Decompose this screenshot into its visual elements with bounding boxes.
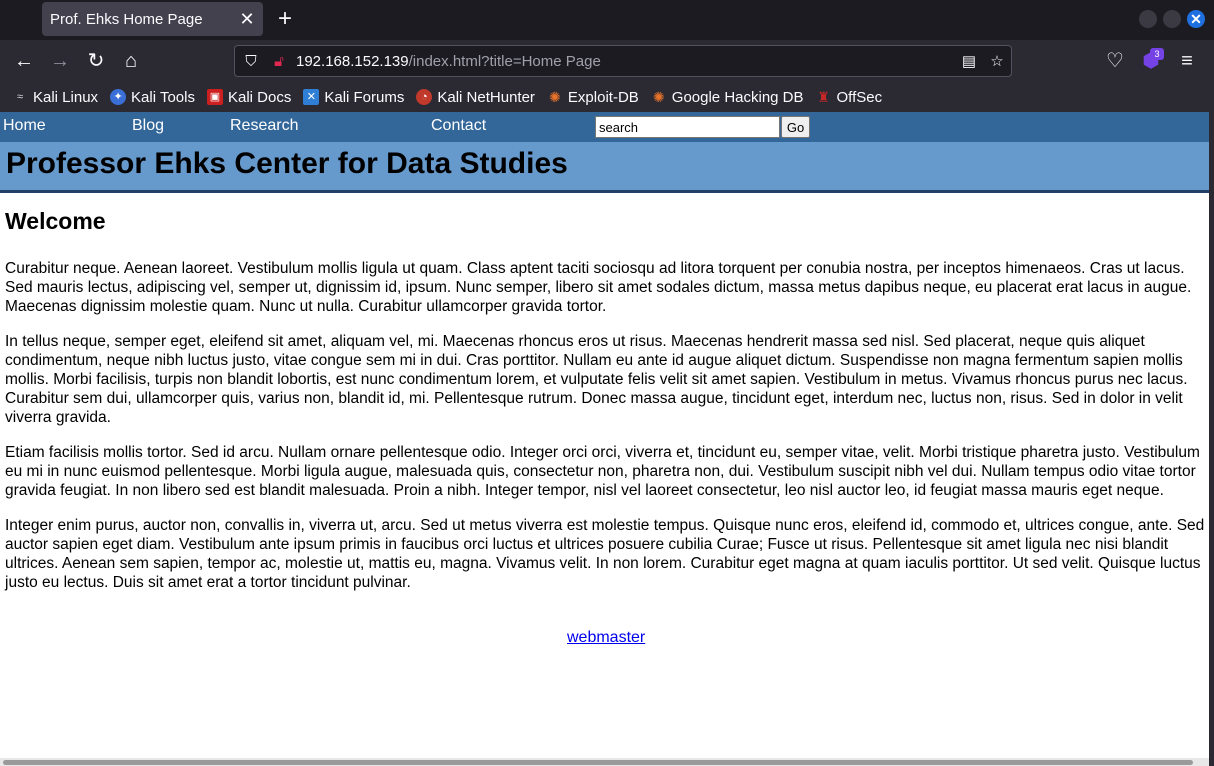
bookmark-exploit-db[interactable]: ✺ Exploit-DB <box>547 89 639 106</box>
bookmark-offsec[interactable]: ♜ OffSec <box>816 88 883 106</box>
nethunter-icon: ◔ <box>416 89 433 105</box>
nav-research-link[interactable]: Research <box>230 117 298 135</box>
bookmark-label: Kali Docs <box>227 88 292 106</box>
site-banner: Professor Ehks Center for Data Studies <box>0 142 1214 193</box>
bookmark-label: Exploit-DB <box>567 88 639 106</box>
bookmark-google-hacking-db[interactable]: ✺ Google Hacking DB <box>651 89 804 106</box>
bookmark-label: OffSec <box>836 88 883 106</box>
back-icon[interactable]: ← <box>12 49 36 73</box>
offsec-icon: ♜ <box>817 89 830 105</box>
maximize-button[interactable] <box>1163 10 1181 28</box>
kali-forums-icon: ✕ <box>303 89 320 105</box>
url-host: 192.168.152.139 <box>296 53 409 70</box>
bookmark-kali-linux[interactable]: ≈ Kali Linux <box>12 89 98 106</box>
bookmark-label: Kali Tools <box>131 88 195 106</box>
site-nav: Home Blog Research Contact Go <box>0 112 1214 142</box>
kali-tools-icon: ✦ <box>110 89 127 105</box>
bookmark-kali-nethunter[interactable]: ◔ Kali NetHunter <box>416 89 535 106</box>
minimize-button[interactable] <box>1139 10 1157 28</box>
site-title: Professor Ehks Center for Data Studies <box>6 147 568 180</box>
nav-blog-link[interactable]: Blog <box>132 117 164 135</box>
close-tab-icon[interactable]: ✕ <box>235 9 259 30</box>
nav-home-link[interactable]: Home <box>3 117 46 135</box>
horizontal-scrollbar[interactable] <box>0 758 1209 766</box>
home-icon[interactable]: ⌂ <box>119 49 143 73</box>
tab-bar: Prof. Ehks Home Page ✕ + ✕ <box>0 0 1214 40</box>
bookmark-label: Kali NetHunter <box>437 88 535 106</box>
main-content: Welcome Curabitur neque. Aenean laoreet.… <box>5 208 1207 608</box>
browser-tab[interactable]: Prof. Ehks Home Page ✕ <box>42 2 263 36</box>
paragraph: Integer enim purus, auctor non, convalli… <box>5 517 1205 591</box>
bookmark-kali-docs[interactable]: ▣ Kali Docs <box>206 88 292 106</box>
nav-contact-link[interactable]: Contact <box>431 117 486 135</box>
shield-icon[interactable]: ⛉ <box>241 52 261 72</box>
forward-icon[interactable]: → <box>48 49 72 73</box>
bookmark-label: Google Hacking DB <box>671 88 804 106</box>
exploit-db-icon: ✺ <box>549 89 561 105</box>
kali-docs-icon: ▣ <box>206 89 223 105</box>
bookmark-label: Kali Linux <box>33 88 99 106</box>
page-viewport: Home Blog Research Contact Go Professor … <box>0 112 1214 766</box>
page-heading: Welcome <box>5 208 106 234</box>
extension-badge: 3 <box>1150 48 1164 60</box>
paragraph: In tellus neque, semper eget, eleifend s… <box>5 333 1188 426</box>
paragraph: Curabitur neque. Aenean laoreet. Vestibu… <box>5 260 1192 315</box>
bookmark-kali-forums[interactable]: ✕ Kali Forums <box>303 89 404 106</box>
webmaster-link[interactable]: webmaster <box>567 629 645 647</box>
tab-title: Prof. Ehks Home Page <box>50 10 203 28</box>
ghdb-icon: ✺ <box>652 89 665 105</box>
kali-dragon-icon: ≈ <box>16 91 24 103</box>
url-bar[interactable]: ⛉ 🔓︎ 192.168.152.139/index.html?title=Ho… <box>234 45 1012 77</box>
paragraph: Etiam facilisis mollis tortor. Sed id ar… <box>5 444 1200 499</box>
menu-icon[interactable]: ≡ <box>1175 49 1199 73</box>
bookmark-star-icon[interactable]: ☆ <box>987 52 1007 72</box>
scrollbar-thumb[interactable] <box>3 760 1193 765</box>
reader-view-icon[interactable]: ▤ <box>959 52 979 72</box>
navigation-toolbar: ← → ↻ ⌂ ⛉ 🔓︎ 192.168.152.139/index.html?… <box>0 40 1214 82</box>
reload-icon[interactable]: ↻ <box>84 49 108 73</box>
search-input[interactable] <box>595 116 780 138</box>
bookmark-label: Kali Forums <box>324 88 405 106</box>
new-tab-icon[interactable]: + <box>272 6 298 32</box>
url-path: /index.html?title=Home Page <box>408 53 601 70</box>
close-window-button[interactable]: ✕ <box>1187 10 1205 28</box>
bookmark-kali-tools[interactable]: ✦ Kali Tools <box>110 89 195 106</box>
pocket-icon[interactable]: ♡ <box>1103 49 1127 73</box>
bookmarks-toolbar: ≈ Kali Linux ✦ Kali Tools ▣ Kali Docs ✕ … <box>0 82 1214 112</box>
url-text[interactable]: 192.168.152.139/index.html?title=Home Pa… <box>296 53 601 70</box>
go-button[interactable]: Go <box>781 116 810 138</box>
insecure-lock-icon[interactable]: 🔓︎ <box>269 52 289 72</box>
vertical-scrollbar-edge <box>1209 112 1214 766</box>
